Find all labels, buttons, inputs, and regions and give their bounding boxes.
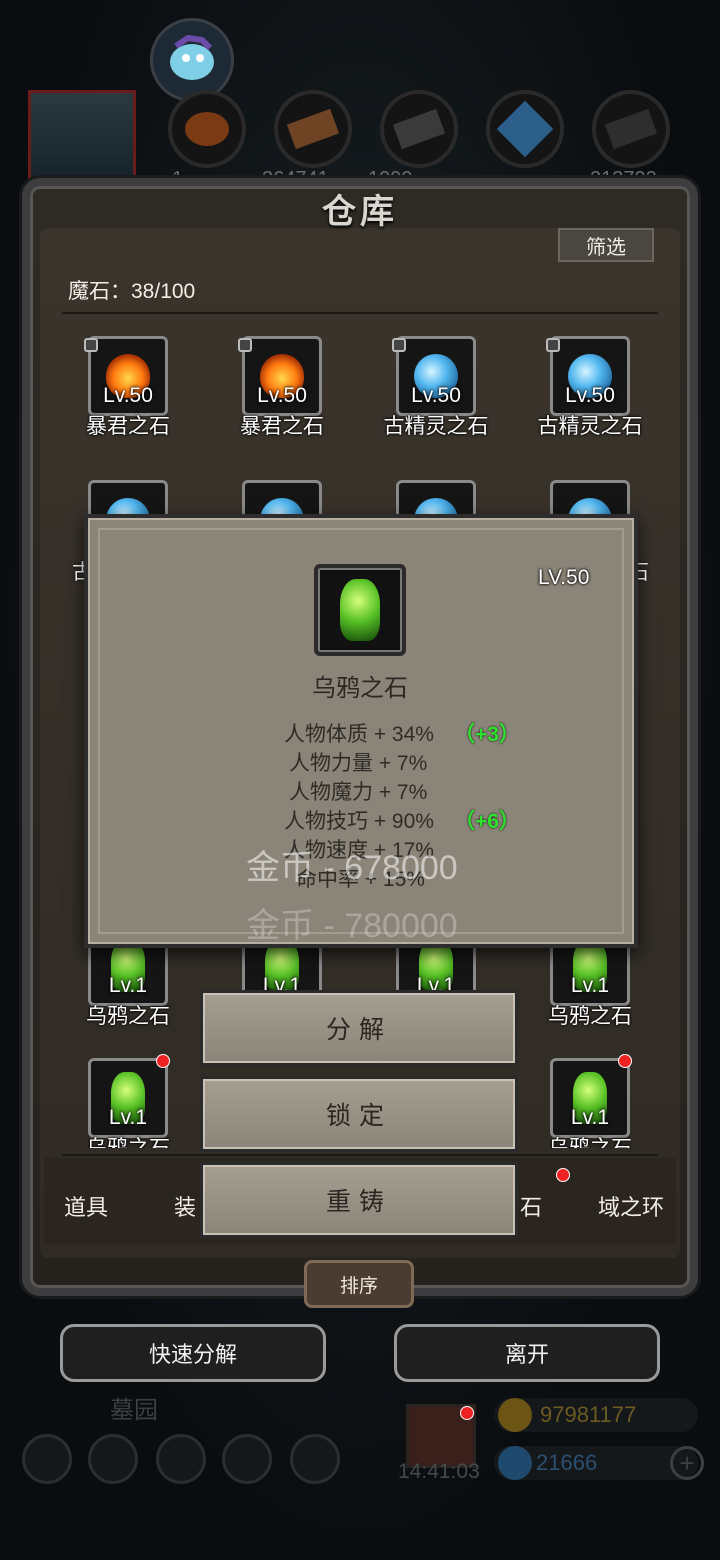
lock-icon (238, 338, 252, 352)
item-name: 古精灵之石 (537, 415, 643, 438)
gold-coin-icon (498, 1398, 532, 1432)
player-avatar[interactable] (150, 18, 234, 102)
inventory-item[interactable]: Lv.1 乌鸦之石 (520, 1058, 660, 1148)
achievement-icon[interactable] (88, 1434, 138, 1484)
item-level: Lv.50 (257, 384, 307, 407)
leave-button[interactable]: 离开 (394, 1324, 660, 1382)
lock-icon (392, 338, 406, 352)
inventory-item[interactable]: Lv.1 乌鸦之石 (58, 1058, 198, 1148)
sort-button[interactable]: 排序 (304, 1260, 414, 1308)
clock: 14:41:03 (398, 1460, 480, 1483)
warehouse-title: 仓库 (322, 193, 398, 231)
notification-dot (618, 1054, 632, 1068)
wood-resource-icon (274, 90, 352, 168)
popup-item-name: 乌鸦之石 (312, 675, 408, 702)
stat-bonus: （+3） (454, 723, 520, 746)
add-currency-button[interactable]: + (670, 1446, 704, 1480)
item-level: Lv.1 (108, 1106, 148, 1129)
popup-item-level: LV.50 (538, 566, 590, 589)
item-name: 乌鸦之石 (86, 1005, 170, 1028)
divider (62, 312, 658, 314)
filter-button[interactable]: 筛选 (558, 228, 654, 262)
gem-amount: 21666 (536, 1450, 598, 1475)
iron-resource-icon (380, 90, 458, 168)
crystal-resource-icon (486, 90, 564, 168)
divider (62, 1154, 658, 1156)
tab-stones[interactable]: 石 (520, 1190, 542, 1222)
stat-line: 人物技巧 + 90% (284, 810, 434, 833)
settings-icon[interactable] (22, 1434, 72, 1484)
ranking-icon[interactable] (156, 1434, 206, 1484)
inventory-item[interactable]: Lv.50 古精灵之石 (366, 336, 506, 446)
inventory-item[interactable]: Lv.50 暴君之石 (58, 336, 198, 446)
stone-resource-icon (592, 90, 670, 168)
item-level: Lv.50 (411, 384, 461, 407)
item-level: Lv.1 (570, 1106, 610, 1129)
chat-icon[interactable] (290, 1434, 340, 1484)
stat-line: 人物力量 + 7% (289, 752, 428, 775)
crow-stone-icon (340, 579, 380, 641)
gem-icon (498, 1446, 532, 1480)
inventory-item[interactable]: Lv.50 古精灵之石 (520, 336, 660, 446)
item-name: 暴君之石 (240, 415, 324, 438)
meat-resource-icon (168, 90, 246, 168)
notification-dot (556, 1168, 570, 1182)
stone-count: 魔石：38/100 (68, 280, 196, 303)
item-name: 乌鸦之石 (58, 1132, 198, 1148)
tab-items[interactable]: 道具 (64, 1190, 108, 1222)
tab-ring[interactable]: 域之环 (598, 1190, 664, 1222)
recast-button[interactable]: 重铸 (200, 1162, 518, 1238)
item-level: Lv.50 (103, 384, 153, 407)
quick-decompose-button[interactable]: 快速分解 (60, 1324, 326, 1382)
item-level: Lv.1 (108, 974, 148, 997)
stat-bonus: （+6） (454, 810, 520, 833)
item-name: 乌鸦之石 (548, 1005, 632, 1028)
item-name: 乌鸦之石 (520, 1132, 660, 1148)
notification-dot (156, 1054, 170, 1068)
item-name: 古精灵之石 (383, 415, 489, 438)
item-level: Lv.1 (570, 974, 610, 997)
location-label: 墓园 (110, 1397, 158, 1424)
mail-icon[interactable] (222, 1434, 272, 1484)
notification-dot (460, 1406, 474, 1420)
lock-icon (546, 338, 560, 352)
hero-portrait[interactable] (28, 90, 136, 186)
sell-price: 金币 - 678000 (246, 849, 458, 887)
lock-button[interactable]: 锁定 (200, 1076, 518, 1152)
tab-equipment[interactable]: 装 (174, 1190, 196, 1222)
lock-icon (84, 338, 98, 352)
decompose-button[interactable]: 分解 (200, 990, 518, 1066)
gold-amount: 97981177 (540, 1402, 637, 1427)
popup-item-icon (314, 564, 406, 656)
sell-price-ghost: 金币 - 780000 (246, 907, 458, 945)
stat-line: 人物体质 + 34% (284, 723, 434, 746)
stat-line: 人物魔力 + 7% (289, 781, 428, 804)
inventory-item[interactable]: Lv.50 暴君之石 (212, 336, 352, 446)
item-name: 暴君之石 (86, 415, 170, 438)
dragon-avatar-icon (170, 34, 214, 80)
item-level: Lv.50 (565, 384, 615, 407)
